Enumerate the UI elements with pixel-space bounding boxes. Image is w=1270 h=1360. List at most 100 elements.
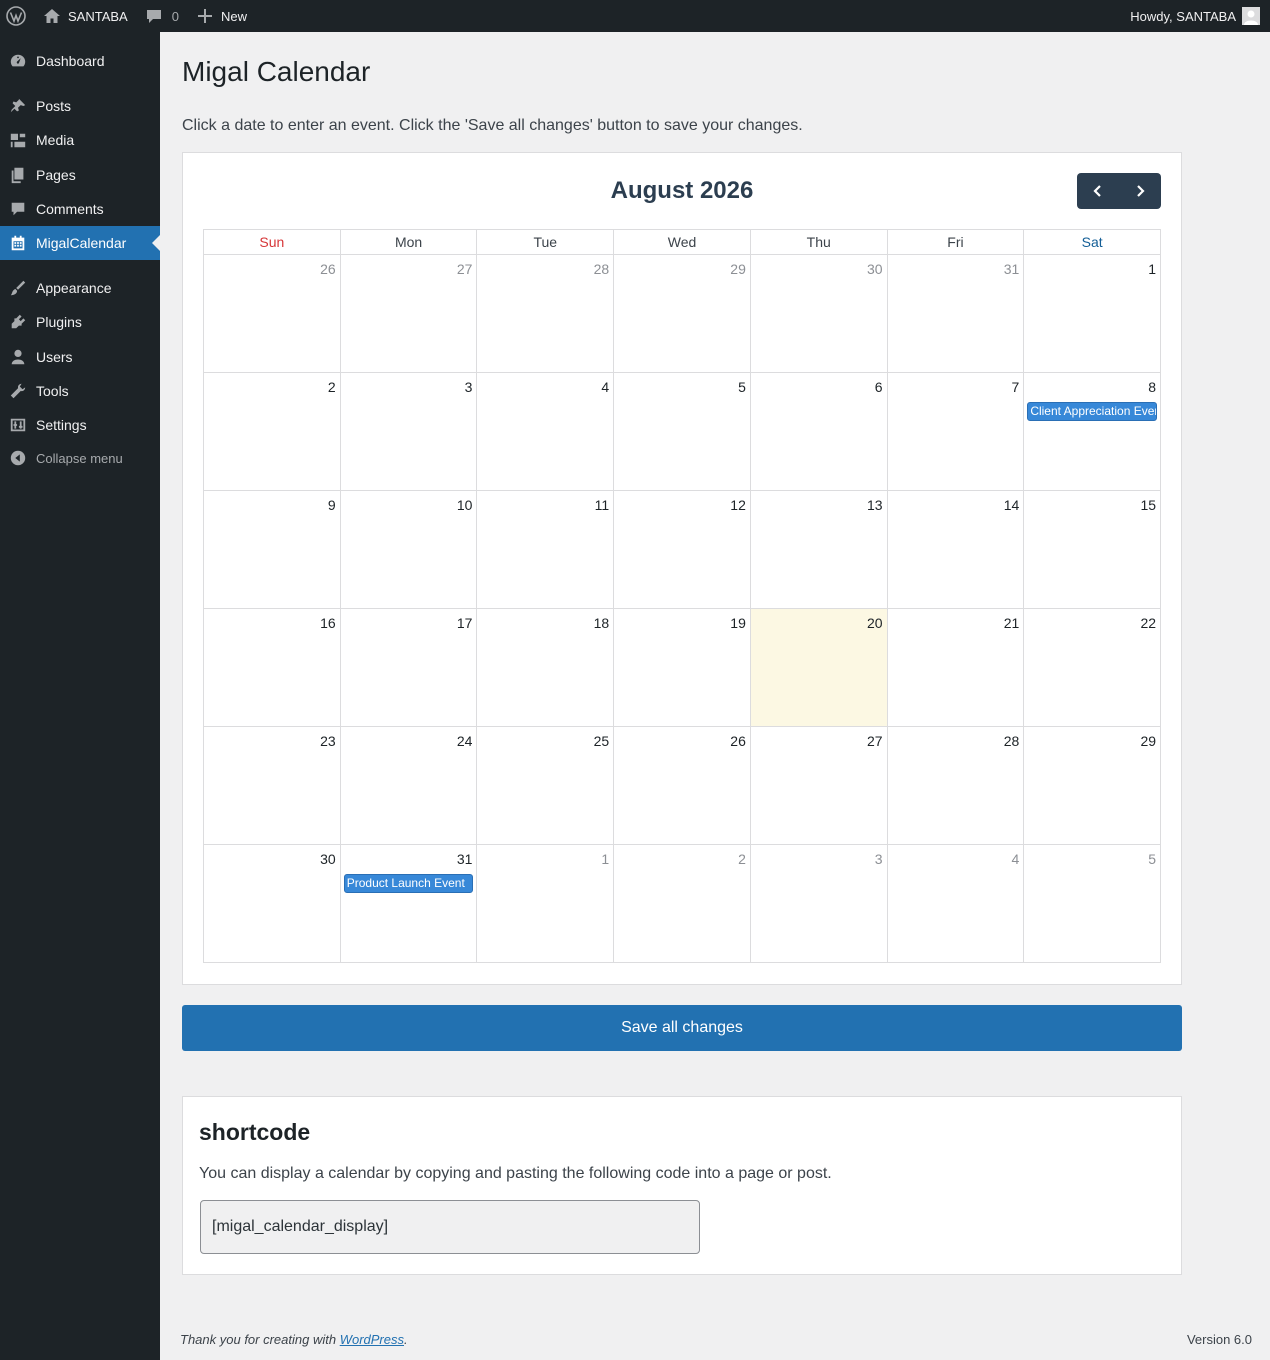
calendar-day[interactable]: 5: [1024, 845, 1162, 963]
calendar-day[interactable]: 4: [477, 373, 615, 491]
weekday-label: Sat: [1024, 230, 1162, 255]
weekday-header: Sun Mon Tue Wed Thu Fri Sat: [204, 230, 1162, 255]
site-name-link[interactable]: SANTABA: [34, 0, 136, 32]
calendar-day-today[interactable]: 20: [750, 609, 888, 727]
prev-month-button[interactable]: [1077, 173, 1119, 209]
sidebar-item-plugins[interactable]: Plugins: [0, 305, 160, 339]
calendar-day[interactable]: 1: [1024, 255, 1162, 373]
day-number: 20: [867, 615, 883, 631]
calendar-day[interactable]: 5: [614, 373, 751, 491]
calendar-day[interactable]: 21: [887, 609, 1025, 727]
wordpress-logo-icon[interactable]: [0, 0, 34, 32]
sidebar-item-settings[interactable]: Settings: [0, 408, 160, 442]
my-account[interactable]: Howdy, SANTABA: [1130, 7, 1270, 25]
calendar-day[interactable]: 27: [750, 727, 888, 845]
plus-icon: [195, 6, 215, 26]
calendar-day[interactable]: 31: [887, 255, 1025, 373]
calendar-week-row: 26 27 28 29 30 31 1: [204, 255, 1162, 373]
sidebar-item-comments[interactable]: Comments: [0, 192, 160, 226]
calendar-day[interactable]: 29: [1024, 727, 1162, 845]
sidebar-item-tools[interactable]: Tools: [0, 374, 160, 408]
sidebar-item-label: Dashboard: [36, 53, 105, 69]
day-number: 30: [320, 851, 336, 867]
plugin-icon: [0, 305, 36, 339]
calendar-day[interactable]: 11: [477, 491, 615, 609]
sidebar-item-posts[interactable]: Posts: [0, 89, 160, 123]
avatar: [1242, 7, 1260, 25]
calendar-day[interactable]: 18: [477, 609, 615, 727]
new-content-link[interactable]: New: [187, 0, 255, 32]
day-number: 13: [867, 497, 883, 513]
calendar-day[interactable]: 9: [204, 491, 341, 609]
day-number: 30: [867, 261, 883, 277]
collapse-menu-button[interactable]: Collapse menu: [0, 441, 160, 475]
calendar-day[interactable]: 8 Client Appreciation Event: [1024, 373, 1162, 491]
calendar-day[interactable]: 10: [340, 491, 478, 609]
home-icon: [42, 6, 62, 26]
day-number: 28: [1003, 733, 1020, 749]
sidebar-item-label: Appearance: [36, 280, 112, 296]
calendar-week-row: 16 17 18 19 20 21 22: [204, 609, 1162, 727]
sidebar-item-pages[interactable]: Pages: [0, 158, 160, 192]
wrench-icon: [0, 374, 36, 408]
calendar-day[interactable]: 17: [340, 609, 478, 727]
version-text: Version 6.0: [1186, 1332, 1252, 1347]
day-number: 31: [1003, 261, 1020, 277]
calendar-week-row: 9 10 11 12 13 14 15: [204, 491, 1162, 609]
calendar-day[interactable]: 2: [204, 373, 341, 491]
sidebar-item-dashboard[interactable]: Dashboard: [0, 44, 160, 78]
admin-footer: Thank you for creating with WordPress. V…: [180, 1332, 1252, 1347]
day-number: 26: [320, 261, 336, 277]
calendar-day[interactable]: 15: [1024, 491, 1162, 609]
shortcode-input[interactable]: [200, 1200, 700, 1254]
calendar-day[interactable]: 31 Product Launch Event: [340, 845, 478, 963]
calendar-day[interactable]: 25: [477, 727, 615, 845]
calendar-event[interactable]: Product Launch Event: [343, 874, 474, 893]
calendar-day[interactable]: 7: [887, 373, 1025, 491]
calendar-day[interactable]: 24: [340, 727, 478, 845]
calendar-event[interactable]: Client Appreciation Event: [1027, 402, 1158, 421]
day-number: 17: [456, 615, 473, 631]
calendar-day[interactable]: 1: [477, 845, 615, 963]
calendar-day[interactable]: 28: [887, 727, 1025, 845]
calendar-day[interactable]: 6: [750, 373, 888, 491]
day-number: 5: [1148, 851, 1157, 867]
next-month-button[interactable]: [1119, 173, 1161, 209]
new-label: New: [220, 8, 247, 24]
day-number: 27: [867, 733, 883, 749]
calendar-day[interactable]: 26: [204, 255, 341, 373]
calendar-day[interactable]: 19: [614, 609, 751, 727]
day-number: 2: [738, 851, 746, 867]
calendar-day[interactable]: 26: [614, 727, 751, 845]
save-all-changes-button[interactable]: Save all changes: [182, 1005, 1182, 1051]
calendar-day[interactable]: 4: [887, 845, 1025, 963]
day-number: 22: [1140, 615, 1157, 631]
calendar-day[interactable]: 3: [750, 845, 888, 963]
day-number: 27: [456, 261, 473, 277]
calendar-day[interactable]: 3: [340, 373, 478, 491]
wordpress-link[interactable]: WordPress: [340, 1332, 404, 1347]
sidebar-item-migalcalendar[interactable]: MigalCalendar: [0, 226, 160, 260]
calendar-day[interactable]: 2: [614, 845, 751, 963]
sidebar-item-media[interactable]: Media: [0, 123, 160, 157]
day-number: 5: [738, 379, 746, 395]
comments-link[interactable]: 0: [136, 0, 187, 32]
calendar-day[interactable]: 23: [204, 727, 341, 845]
calendar-day[interactable]: 16: [204, 609, 341, 727]
calendar-day[interactable]: 27: [340, 255, 478, 373]
sidebar-item-users[interactable]: Users: [0, 340, 160, 374]
calendar-day[interactable]: 30: [750, 255, 888, 373]
calendar-day[interactable]: 30: [204, 845, 341, 963]
weekday-label: Fri: [887, 230, 1025, 255]
sidebar-item-appearance[interactable]: Appearance: [0, 271, 160, 305]
calendar-day[interactable]: 22: [1024, 609, 1162, 727]
footer-thanks-prefix: Thank you for creating with: [180, 1332, 340, 1347]
calendar-day[interactable]: 29: [614, 255, 751, 373]
collapse-arrow-icon: [0, 441, 36, 475]
calendar-day[interactable]: 28: [477, 255, 615, 373]
calendar-day[interactable]: 14: [887, 491, 1025, 609]
calendar-day[interactable]: 12: [614, 491, 751, 609]
media-icon: [0, 123, 36, 157]
calendar-day[interactable]: 13: [750, 491, 888, 609]
day-number: 4: [1011, 851, 1020, 867]
